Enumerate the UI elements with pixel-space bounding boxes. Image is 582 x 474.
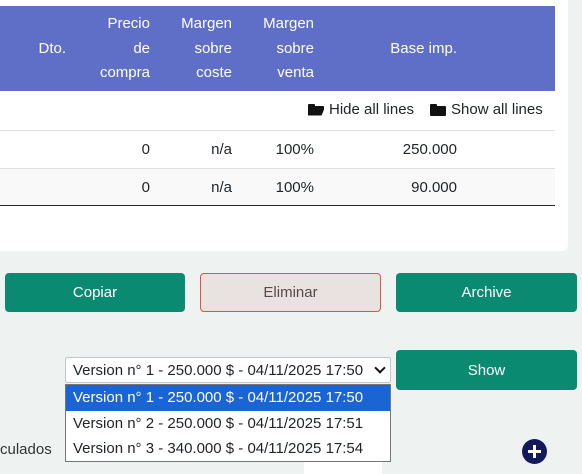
archive-button[interactable]: Archive [396,273,577,312]
cell-base-imp: 90.000 [411,179,457,196]
version-option-3[interactable]: Version n° 3 - 340.000 $ - 04/11/2025 17… [66,436,390,462]
lines-toolbar: Hide all lines Show all lines [0,92,555,130]
version-select[interactable]: Version n° 1 - 250.000 $ - 04/11/2025 17… [65,357,391,383]
truncated-section-label: culados [0,441,52,458]
version-dropdown-list: Version n° 1 - 250.000 $ - 04/11/2025 17… [65,384,391,462]
folder-open-icon [308,103,324,116]
table-header: Dto. Precio de compra Margen sobre coste… [0,6,555,91]
cell-margen-venta: 100% [275,141,314,158]
table-row: 0 n/a 100% 90.000 [0,168,555,206]
show-all-lines-button[interactable]: Show all lines [430,101,543,118]
show-all-lines-label: Show all lines [451,101,543,118]
lines-card: Dto. Precio de compra Margen sobre coste… [0,0,568,251]
header-precio-compra: Precio de compra [99,15,150,81]
header-margen-coste: Margen sobre coste [181,15,232,81]
cell-margen-coste: n/a [211,141,232,158]
folder-icon [430,103,446,116]
header-margen-venta: Margen sobre venta [263,15,314,81]
show-version-button[interactable]: Show [396,350,577,390]
chevron-down-icon [374,362,386,374]
header-dto: Dto. [38,40,66,57]
add-circle-icon[interactable] [522,439,547,464]
cell-precio-compra: 0 [141,179,150,196]
hide-all-lines-label: Hide all lines [329,101,415,118]
cell-precio-compra: 0 [141,141,150,158]
header-base-imp: Base imp. [390,40,457,57]
cell-margen-venta: 100% [275,179,314,196]
table-row: 0 n/a 100% 250.000 [0,130,555,168]
version-select-value: Version n° 1 - 250.000 $ - 04/11/2025 17… [73,361,364,379]
delete-button[interactable]: Eliminar [200,273,381,312]
version-option-2[interactable]: Version n° 2 - 250.000 $ - 04/11/2025 17… [66,411,390,437]
cell-base-imp: 250.000 [402,141,457,158]
copy-button[interactable]: Copiar [5,273,185,312]
partial-panel [304,462,382,474]
hide-all-lines-button[interactable]: Hide all lines [308,101,414,118]
cell-margen-coste: n/a [211,179,232,196]
version-option-1[interactable]: Version n° 1 - 250.000 $ - 04/11/2025 17… [66,385,390,411]
